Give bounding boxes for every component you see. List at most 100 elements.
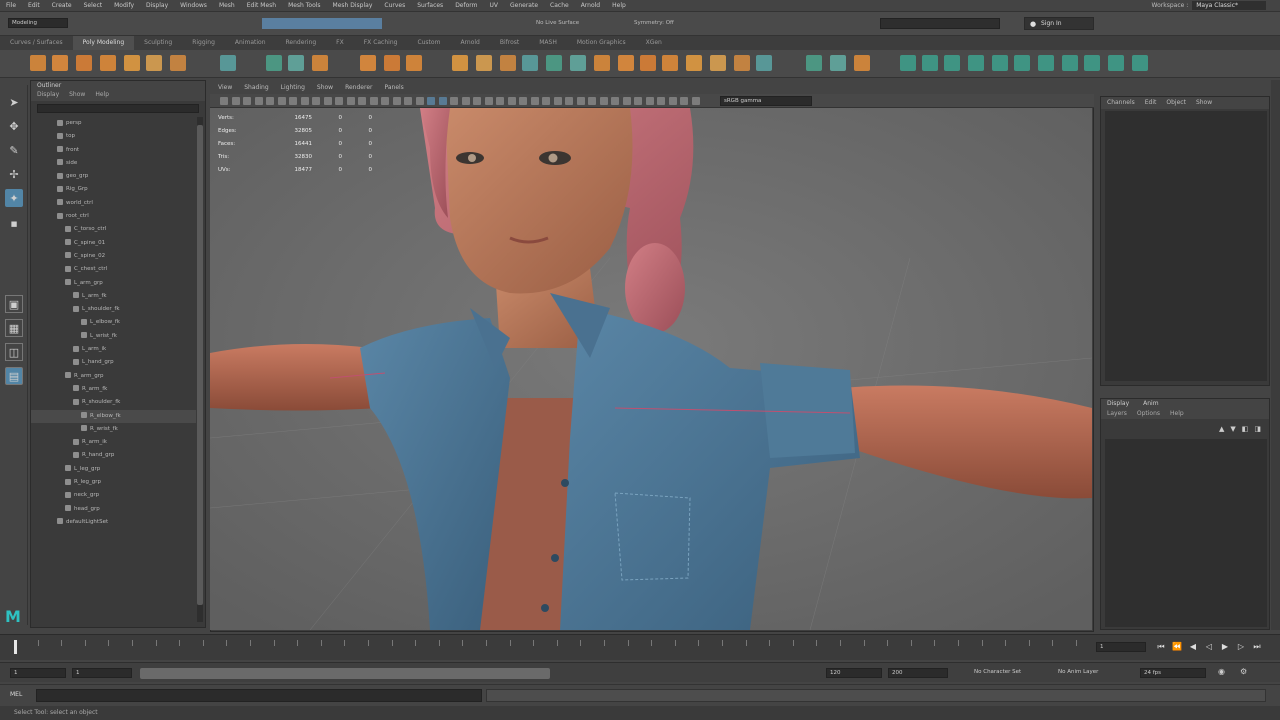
menu-item[interactable]: UV: [484, 2, 505, 9]
layer-down-icon[interactable]: ▼: [1230, 425, 1235, 433]
menu-item[interactable]: Arnold: [575, 2, 606, 9]
shelf-tab[interactable]: Animation: [225, 36, 276, 50]
shelf-tool-icon[interactable]: [992, 55, 1008, 71]
shelf-tool-icon[interactable]: [640, 55, 656, 71]
viewport-tool-icon[interactable]: [220, 97, 228, 105]
viewport-tool-icon[interactable]: [530, 97, 539, 105]
shelf-tab[interactable]: Custom: [407, 36, 450, 50]
shelf-tool-icon[interactable]: [944, 55, 960, 71]
anim-layer-select[interactable]: No Anim Layer: [1058, 669, 1128, 675]
single-view-icon[interactable]: ▣: [5, 295, 23, 313]
shelf-tab[interactable]: Poly Modeling: [72, 36, 135, 50]
shelf-tool-icon[interactable]: [266, 55, 282, 71]
menu-item[interactable]: Select: [78, 2, 109, 9]
new-layer-icon[interactable]: ◧: [1242, 425, 1249, 433]
outliner-row[interactable]: R_arm_ik: [31, 436, 196, 449]
viewport-tool-icon[interactable]: [507, 97, 516, 105]
shelf-tool-icon[interactable]: [570, 55, 586, 71]
outliner-row[interactable]: C_torso_ctrl: [31, 223, 196, 236]
shelf-tool-icon[interactable]: [1132, 55, 1148, 71]
viewport-tool-icon[interactable]: [657, 97, 665, 105]
menu-item[interactable]: Windows: [174, 2, 213, 9]
viewport-tool-icon[interactable]: [381, 97, 389, 105]
shelf-tool-icon[interactable]: [1062, 55, 1078, 71]
shelf-tool-icon[interactable]: [76, 55, 92, 71]
outliner-menu-item[interactable]: Show: [69, 91, 85, 101]
outliner-row[interactable]: Rig_Grp: [31, 183, 196, 196]
viewport-menu-item[interactable]: Show: [317, 84, 333, 94]
shelf-tool-icon[interactable]: [288, 55, 304, 71]
menu-item[interactable]: Help: [606, 2, 632, 9]
shelf-tool-icon[interactable]: [710, 55, 726, 71]
shelf-tool-icon[interactable]: [220, 55, 236, 71]
viewport-tool-icon[interactable]: [404, 97, 412, 105]
outliner-row[interactable]: world_ctrl: [31, 197, 196, 210]
menu-item[interactable]: File: [0, 2, 22, 9]
menu-item[interactable]: Mesh Display: [327, 2, 379, 9]
outliner-row[interactable]: R_wrist_fk: [31, 423, 196, 436]
viewport-tool-icon[interactable]: [680, 97, 688, 105]
viewport-tool-icon[interactable]: [553, 97, 562, 105]
shelf-tool-icon[interactable]: [968, 55, 984, 71]
channel-box-menu-item[interactable]: Show: [1196, 99, 1212, 107]
outliner-row[interactable]: R_arm_fk: [31, 383, 196, 396]
viewport-tool-icon[interactable]: [565, 97, 573, 105]
viewport-tool-icon[interactable]: [542, 97, 550, 105]
lasso-tool-icon[interactable]: ✥: [5, 117, 23, 135]
viewport-tool-icon[interactable]: [622, 97, 631, 105]
shelf-tab[interactable]: Sculpting: [134, 36, 182, 50]
viewport-tool-icon[interactable]: [358, 97, 366, 105]
viewport-tool-icon[interactable]: [243, 97, 251, 105]
viewport-tool-icon[interactable]: [645, 97, 654, 105]
viewport-tool-icon[interactable]: [266, 97, 274, 105]
viewport-tool-icon[interactable]: [369, 97, 378, 105]
menu-item[interactable]: Display: [140, 2, 174, 9]
outliner-row[interactable]: root_ctrl: [31, 210, 196, 223]
viewport-tool-icon[interactable]: [289, 97, 297, 105]
range-slider[interactable]: [140, 668, 550, 679]
menu-item[interactable]: Edit Mesh: [241, 2, 282, 9]
shelf-tool-icon[interactable]: [922, 55, 938, 71]
layer-menu-item[interactable]: Options: [1137, 410, 1160, 418]
viewport-tool-icon[interactable]: [576, 97, 585, 105]
move-tool-icon[interactable]: ✢: [5, 165, 23, 183]
viewport-tool-icon[interactable]: [231, 97, 240, 105]
viewport-tool-icon[interactable]: [346, 97, 355, 105]
outliner-row[interactable]: neck_grp: [31, 489, 196, 502]
viewport-tool-icon[interactable]: [496, 97, 504, 105]
outliner-search-input[interactable]: [37, 104, 199, 113]
selection-mask-field[interactable]: [262, 18, 382, 29]
shelf-tool-icon[interactable]: [452, 55, 468, 71]
outliner-row[interactable]: top: [31, 130, 196, 143]
current-frame-field[interactable]: 1: [1096, 642, 1146, 652]
viewport-tool-icon[interactable]: [588, 97, 596, 105]
attribute-editor-strip[interactable]: [1271, 80, 1280, 630]
start-time-field[interactable]: 1: [10, 668, 66, 678]
outliner-row[interactable]: L_elbow_fk: [31, 316, 196, 329]
shelf-tool-icon[interactable]: [1084, 55, 1100, 71]
outliner-row[interactable]: L_leg_grp: [31, 463, 196, 476]
new-layer-selected-icon[interactable]: ◨: [1254, 425, 1261, 433]
character-set-select[interactable]: No Character Set: [974, 669, 1044, 675]
menu-item[interactable]: Mesh: [213, 2, 241, 9]
color-space-select[interactable]: sRGB gamma: [720, 96, 812, 106]
command-search-field[interactable]: [880, 18, 1000, 29]
layer-tab[interactable]: Anim: [1143, 400, 1158, 408]
playback-options-icon[interactable]: ⚙: [1240, 667, 1247, 676]
viewport-tool-icon[interactable]: [668, 97, 677, 105]
shelf-tab[interactable]: Rigging: [182, 36, 225, 50]
viewport-tool-icon[interactable]: [392, 97, 401, 105]
viewport-tool-icon[interactable]: [519, 97, 527, 105]
viewport-tool-icon[interactable]: [323, 97, 332, 105]
step-forward-icon[interactable]: ▷: [1236, 642, 1246, 652]
viewport-tool-icon[interactable]: [415, 97, 424, 105]
paint-select-icon[interactable]: ✎: [5, 141, 23, 159]
outliner-row[interactable]: L_arm_grp: [31, 277, 196, 290]
shelf-tool-icon[interactable]: [854, 55, 870, 71]
menu-item[interactable]: Mesh Tools: [282, 2, 326, 9]
shelf-tool-icon[interactable]: [734, 55, 750, 71]
outliner-menu-item[interactable]: Display: [37, 91, 59, 101]
menu-item[interactable]: Edit: [22, 2, 46, 9]
viewport-tool-icon[interactable]: [438, 97, 447, 105]
outliner-row[interactable]: L_hand_grp: [31, 356, 196, 369]
